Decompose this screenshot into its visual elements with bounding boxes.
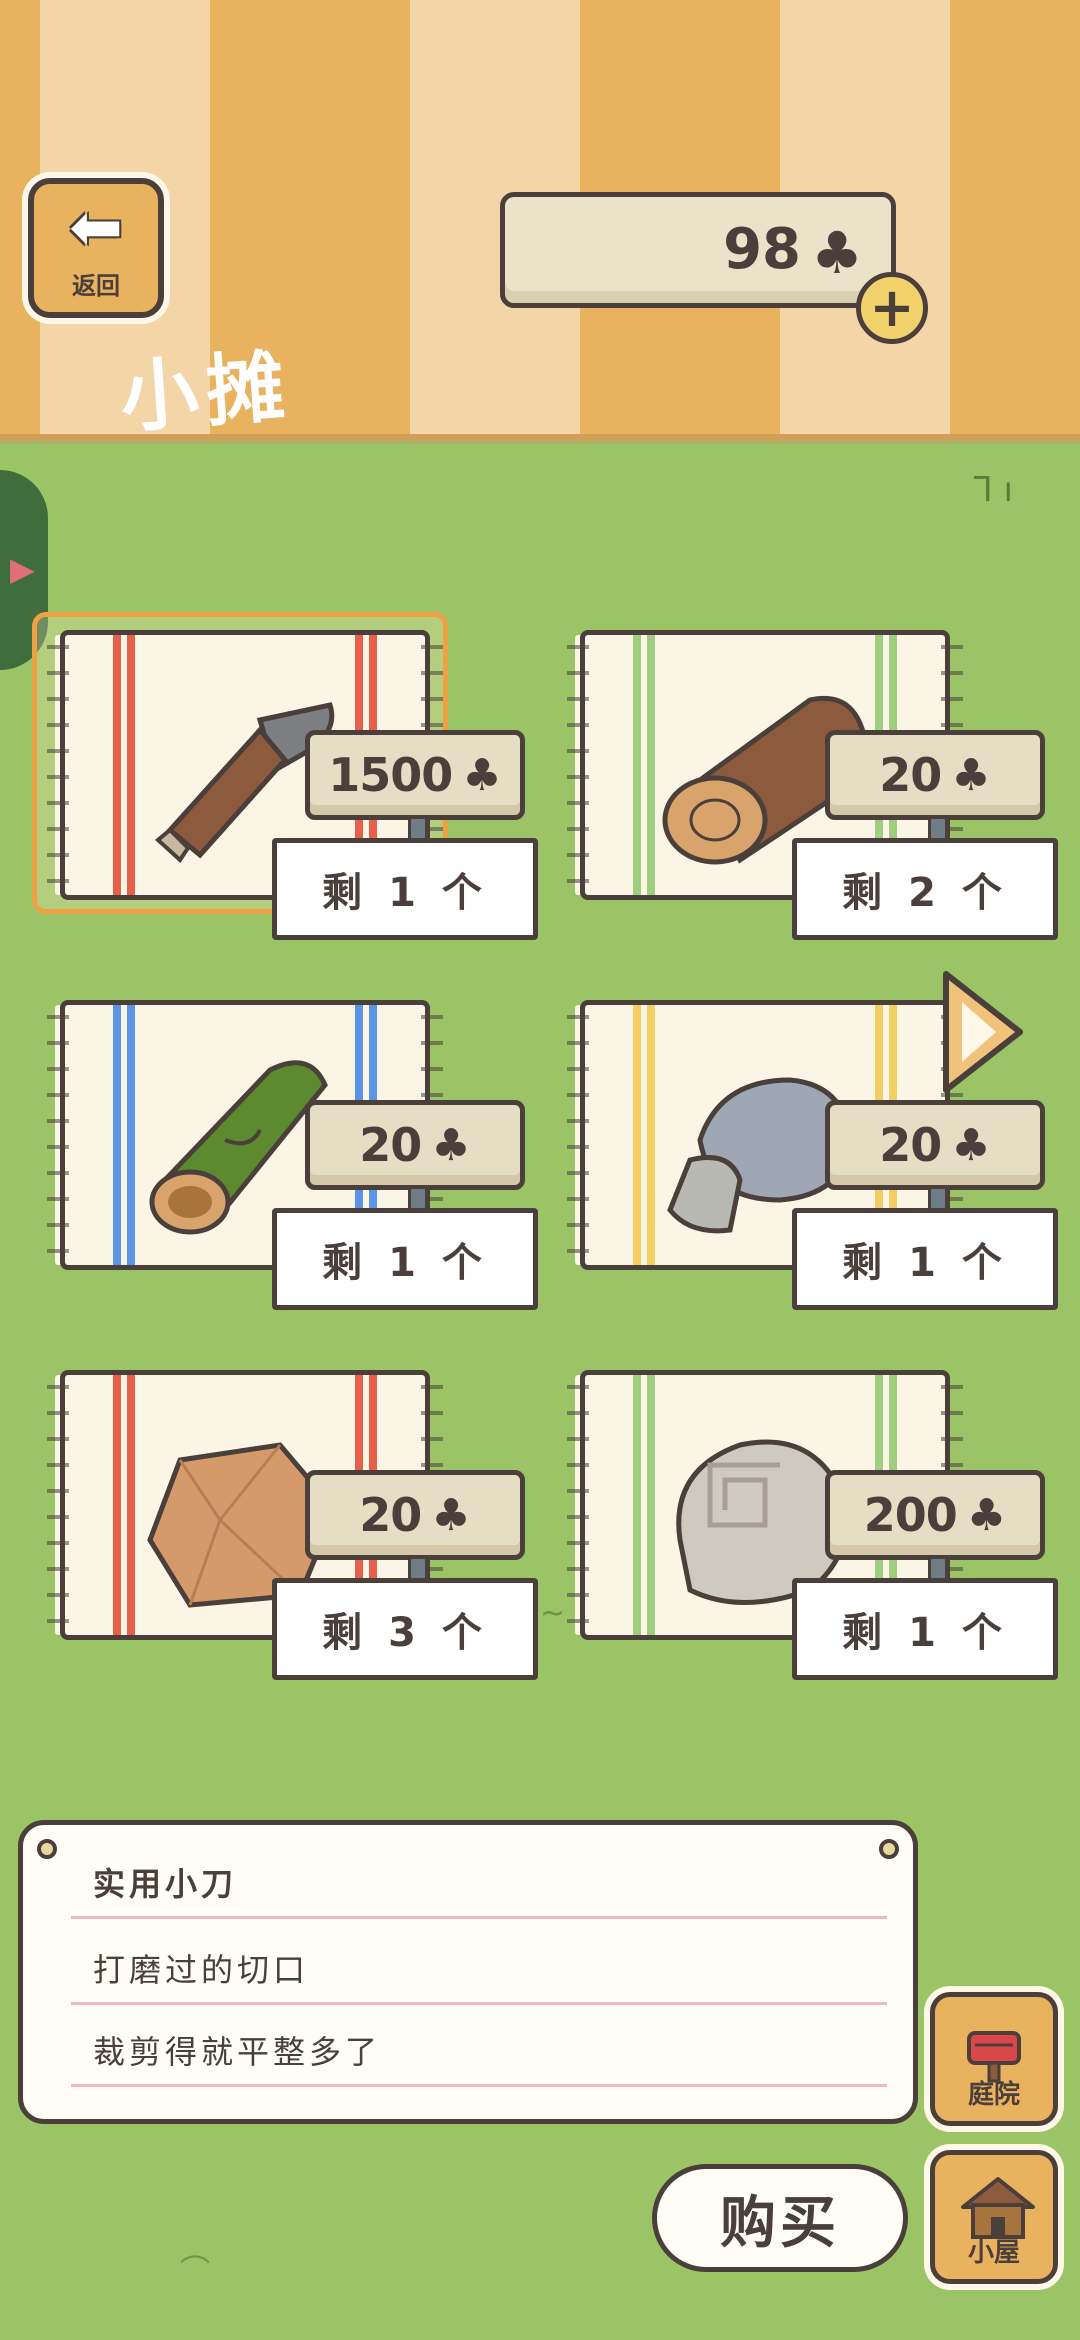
price-tag: 20 ♣	[825, 1100, 1045, 1190]
page-title: 小摊	[117, 342, 296, 444]
price-tag: 20 ♣	[305, 1100, 525, 1190]
add-clover-button[interactable]: +	[856, 272, 928, 344]
clover-icon: ♣	[462, 749, 502, 801]
price-value: 20	[359, 1118, 422, 1172]
price-value: 1500	[328, 748, 453, 802]
item-name: 实用小刀	[71, 1831, 887, 1919]
triangle-right-icon: ▶	[10, 550, 35, 588]
yard-label: 庭院	[967, 2080, 1020, 2110]
shop-item-spiral-stone[interactable]: 200 ♣ 剩 1 个	[560, 1360, 1070, 1690]
house-label: 小屋	[967, 2238, 1020, 2268]
house-button[interactable]: 小屋	[930, 2150, 1058, 2284]
shop-item-knife[interactable]: 1500 ♣ 剩 1 个	[32, 612, 550, 950]
clover-icon: ♣	[431, 1489, 471, 1541]
item-description-line: 打磨过的切口	[71, 1917, 887, 2005]
shop-item-log[interactable]: 20 ♣ 剩 2 个	[560, 620, 1070, 950]
clover-icon: ♣	[431, 1119, 471, 1171]
price-tag: 1500 ♣	[305, 730, 525, 820]
stock-label: 剩 3 个	[272, 1578, 538, 1680]
price-value: 20	[879, 748, 942, 802]
clover-icon: ♣	[951, 749, 991, 801]
pin-icon	[37, 1839, 57, 1859]
shop-item-bamboo[interactable]: 20 ♣ 剩 1 个	[40, 990, 550, 1320]
stock-label: 剩 2 个	[792, 838, 1058, 940]
yard-button[interactable]: 庭院	[930, 1992, 1058, 2126]
price-value: 200	[863, 1488, 958, 1542]
price-value: 20	[359, 1488, 422, 1542]
grass-decoration: ᒣ ı	[972, 470, 1013, 510]
price-tag: 20 ♣	[305, 1470, 525, 1560]
price-tag: 20 ♣	[825, 730, 1045, 820]
stock-label: 剩 1 个	[272, 838, 538, 940]
buy-button[interactable]: 购买	[652, 2164, 908, 2272]
item-description-line: 裁剪得就平整多了	[71, 1999, 887, 2087]
left-arrow-icon: ⬅	[69, 190, 123, 265]
price-value: 20	[879, 1118, 942, 1172]
price-tag: 200 ♣	[825, 1470, 1045, 1560]
stock-label: 剩 1 个	[272, 1208, 538, 1310]
item-description-panel: 实用小刀 打磨过的切口 裁剪得就平整多了	[18, 1820, 918, 2124]
clover-icon: ♣	[966, 1489, 1007, 1541]
clover-amount: 98	[723, 217, 801, 282]
grass-decoration: ~	[540, 1596, 566, 1631]
grass-decoration: ⌒	[180, 2254, 210, 2289]
clover-icon: ♣	[951, 1119, 991, 1171]
stock-label: 剩 1 个	[792, 1208, 1058, 1310]
clover-balance: 98 ♣	[500, 192, 896, 308]
clover-icon: ♣	[811, 219, 863, 287]
back-label: 返回	[72, 271, 120, 300]
next-page-arrow-icon[interactable]	[938, 966, 1028, 1098]
back-button[interactable]: ⬅ 返回	[28, 178, 164, 318]
stock-label: 剩 1 个	[792, 1578, 1058, 1680]
shop-item-clay[interactable]: 20 ♣ 剩 3 个	[40, 1360, 550, 1690]
